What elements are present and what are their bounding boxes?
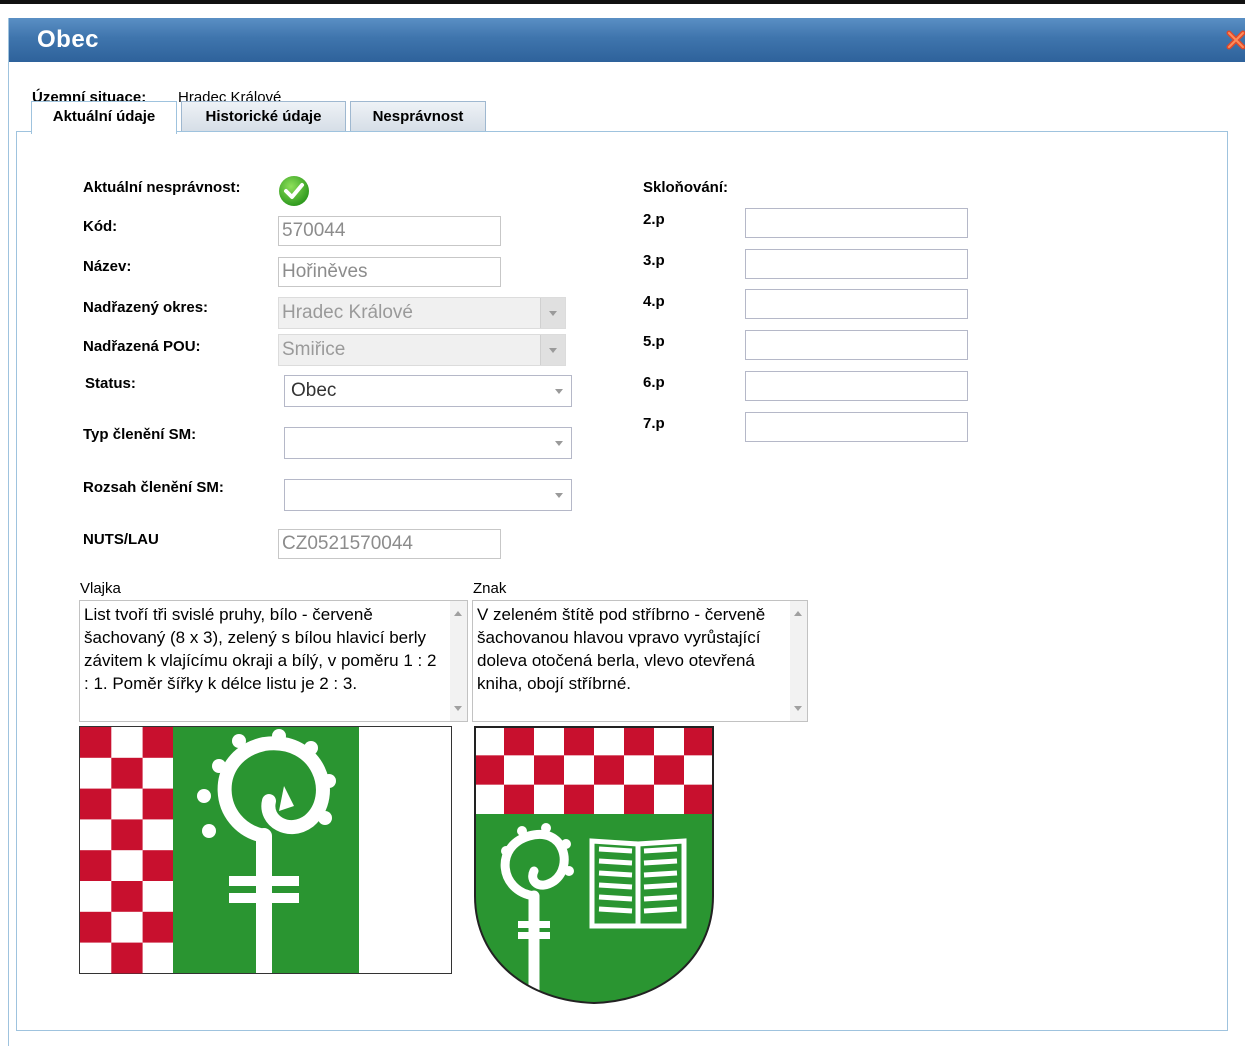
pou-value: Smiřice bbox=[282, 339, 346, 360]
chevron-down-icon[interactable] bbox=[547, 480, 571, 510]
pou-label: Nadřazená POU: bbox=[83, 338, 201, 355]
vlajka-text: List tvoří tři svislé pruhy, bílo - červ… bbox=[84, 605, 437, 693]
tab-label: Aktuální údaje bbox=[52, 108, 156, 125]
tab-label: Nesprávnost bbox=[372, 108, 464, 125]
nuts-lau-field[interactable]: CZ0521570044 bbox=[278, 529, 501, 559]
nespravnost-label: Aktuální nesprávnost: bbox=[83, 179, 241, 196]
status-select[interactable]: Obec bbox=[284, 375, 572, 407]
case-3p-label: 3.p bbox=[643, 252, 665, 269]
okres-label: Nadřazený okres: bbox=[83, 299, 209, 316]
typ-cleneni-select[interactable] bbox=[284, 427, 572, 459]
okres-select[interactable]: Hradec Králové bbox=[278, 297, 566, 329]
status-label: Status: bbox=[85, 375, 136, 392]
check-icon bbox=[278, 175, 310, 212]
kod-label: Kód: bbox=[83, 218, 118, 235]
status-value: Obec bbox=[291, 380, 337, 401]
znak-label: Znak bbox=[473, 580, 507, 597]
tab-label: Historické údaje bbox=[205, 108, 322, 125]
nazev-field[interactable]: Hořiněves bbox=[278, 257, 501, 287]
case-7p-label: 7.p bbox=[643, 415, 665, 432]
vlajka-textarea[interactable]: List tvoří tři svislé pruhy, bílo - červ… bbox=[79, 600, 468, 722]
tab-historicke-udaje[interactable]: Historické údaje bbox=[181, 101, 346, 131]
case-4p-label: 4.p bbox=[643, 293, 665, 310]
okres-value: Hradec Králové bbox=[282, 302, 413, 323]
rozsah-cleneni-select[interactable] bbox=[284, 479, 572, 511]
dialog-titlebar[interactable]: Obec bbox=[9, 18, 1245, 62]
chevron-down-icon[interactable] bbox=[540, 335, 565, 365]
top-border bbox=[0, 0, 1245, 4]
case-6p-input[interactable] bbox=[745, 371, 968, 401]
scrollbar[interactable] bbox=[790, 601, 807, 721]
case-4p-input[interactable] bbox=[745, 289, 968, 319]
nuts-lau-label: NUTS/LAU bbox=[83, 531, 159, 548]
chevron-down-icon[interactable] bbox=[547, 376, 571, 406]
znak-text: V zeleném štítě pod stříbrno - červeně š… bbox=[477, 605, 766, 693]
case-5p-label: 5.p bbox=[643, 333, 665, 350]
rozsah-cleneni-label: Rozsah členění SM: bbox=[83, 479, 224, 496]
case-2p-label: 2.p bbox=[643, 211, 665, 228]
kod-field[interactable]: 570044 bbox=[278, 216, 501, 246]
scrollbar[interactable] bbox=[450, 601, 467, 721]
case-7p-input[interactable] bbox=[745, 412, 968, 442]
chevron-down-icon[interactable] bbox=[540, 298, 565, 328]
tab-nespravnost[interactable]: Nesprávnost bbox=[350, 101, 486, 131]
case-2p-input[interactable] bbox=[745, 208, 968, 238]
case-3p-input[interactable] bbox=[745, 249, 968, 279]
znak-textarea[interactable]: V zeleném štítě pod stříbrno - červeně š… bbox=[472, 600, 808, 722]
coat-of-arms-image bbox=[474, 726, 714, 1005]
dialog-title: Obec bbox=[37, 26, 100, 53]
sklonovani-label: Skloňování: bbox=[643, 179, 729, 196]
flag-image bbox=[78, 725, 453, 975]
chevron-down-icon[interactable] bbox=[547, 428, 571, 458]
close-icon[interactable] bbox=[1226, 30, 1245, 50]
typ-cleneni-label: Typ členění SM: bbox=[83, 426, 197, 443]
vlajka-label: Vlajka bbox=[80, 580, 121, 597]
nazev-label: Název: bbox=[83, 258, 132, 275]
pou-select[interactable]: Smiřice bbox=[278, 334, 566, 366]
case-5p-input[interactable] bbox=[745, 330, 968, 360]
case-6p-label: 6.p bbox=[643, 374, 665, 391]
tab-aktualni-udaje[interactable]: Aktuální údaje bbox=[31, 101, 177, 134]
